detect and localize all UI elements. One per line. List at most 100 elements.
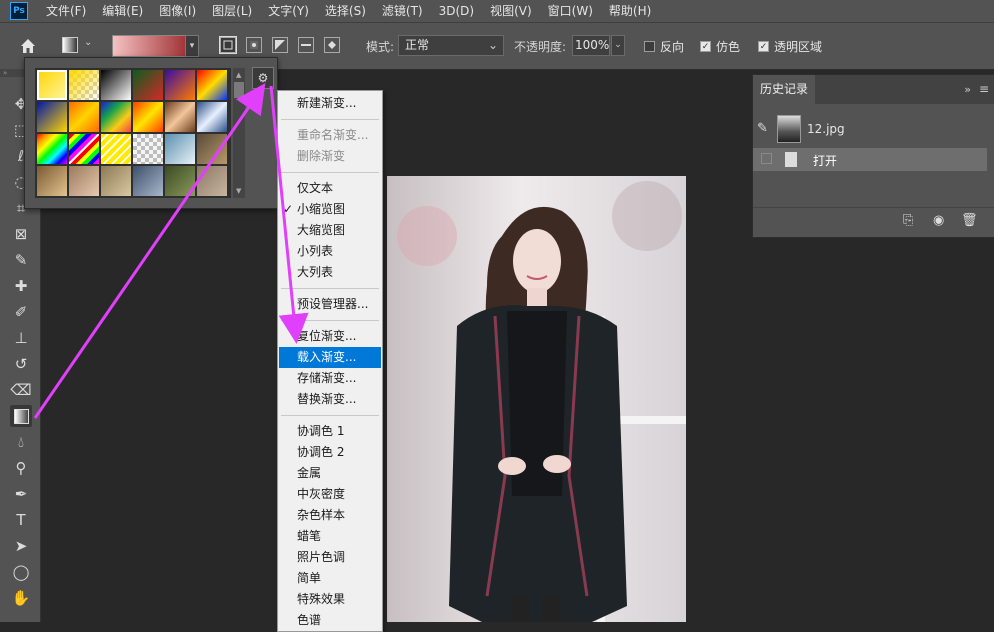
pen-tool-icon[interactable]: ✒ <box>10 483 32 505</box>
gradient-swatch[interactable] <box>133 166 163 196</box>
gradient-swatch[interactable] <box>165 134 195 164</box>
hand-tool-icon[interactable]: ✋ <box>10 587 32 609</box>
linear-gradient-button[interactable] <box>219 36 237 54</box>
gradient-swatch[interactable] <box>69 166 99 196</box>
menu-item[interactable]: 替换渐变... <box>279 389 381 410</box>
gradient-swatch[interactable] <box>165 166 195 196</box>
gradient-swatch[interactable] <box>133 134 163 164</box>
document-image[interactable] <box>387 176 686 622</box>
trash-icon[interactable]: 🗑︎ <box>961 213 978 228</box>
clone-stamp-tool-icon[interactable]: ⊥ <box>10 327 32 349</box>
gradient-swatch[interactable] <box>197 166 227 196</box>
menu-item[interactable]: 协调色 1 <box>279 421 381 442</box>
menu-item[interactable]: 中灰密度 <box>279 484 381 505</box>
gradient-swatch[interactable] <box>101 134 131 164</box>
menu-item[interactable]: 色谱 <box>279 610 381 631</box>
eyedropper-tool-icon[interactable]: ✎ <box>10 249 32 271</box>
menu-select[interactable]: 选择(S) <box>317 0 374 22</box>
tab-history[interactable]: 历史记录 <box>753 75 815 104</box>
history-brush-source-icon[interactable]: ✎ <box>757 121 768 136</box>
menu-item[interactable]: 存储渐变... <box>279 368 381 389</box>
menu-item[interactable]: ✓ 小缩览图 <box>279 199 381 220</box>
gradient-swatch[interactable] <box>37 166 67 196</box>
menu-help[interactable]: 帮助(H) <box>601 0 659 22</box>
angle-gradient-button[interactable] <box>272 37 288 53</box>
menu-item[interactable]: 金属 <box>279 463 381 484</box>
history-brush-tool-icon[interactable]: ↺ <box>10 353 32 375</box>
menu-file[interactable]: 文件(F) <box>38 0 94 22</box>
dodge-tool-icon[interactable]: ⚲ <box>10 457 32 479</box>
menu-item[interactable]: 蜡笔 <box>279 526 381 547</box>
menu-item[interactable]: 大缩览图 <box>279 220 381 241</box>
camera-icon[interactable]: ◉ <box>933 213 944 228</box>
menu-item[interactable]: 载入渐变... <box>279 347 381 368</box>
brush-tool-icon[interactable]: ✐ <box>10 301 32 323</box>
gradient-picker-dropdown[interactable]: ▾ <box>185 35 199 57</box>
gradient-swatch[interactable] <box>197 70 227 100</box>
gradient-tool-preset-icon[interactable] <box>62 37 78 53</box>
menu-3d[interactable]: 3D(D) <box>431 0 482 22</box>
menu-filter[interactable]: 滤镜(T) <box>374 0 431 22</box>
menu-item[interactable]: 特殊效果 <box>279 589 381 610</box>
opacity-dropdown[interactable]: ⌄ <box>611 35 625 56</box>
gradient-swatch[interactable] <box>197 102 227 132</box>
menu-image[interactable]: 图像(I) <box>151 0 204 22</box>
menu-item[interactable]: 照片色调 <box>279 547 381 568</box>
gradient-swatch[interactable] <box>69 134 99 164</box>
opacity-input[interactable]: 100% <box>572 35 610 56</box>
gradient-swatch[interactable] <box>101 166 131 196</box>
gradient-preview[interactable] <box>112 35 186 57</box>
type-tool-icon[interactable]: T <box>10 509 32 531</box>
transparency-checkbox[interactable]: ✓ 透明区域 <box>758 38 822 55</box>
history-state-checkbox[interactable] <box>761 153 772 164</box>
history-snapshot-row[interactable]: ✎ 12.jpg <box>753 113 994 145</box>
reflected-gradient-button[interactable] <box>298 37 314 53</box>
blur-tool-icon[interactable]: 💧︎ <box>10 431 32 453</box>
menu-item[interactable]: 简单 <box>279 568 381 589</box>
radial-gradient-button[interactable] <box>246 37 262 53</box>
reverse-checkbox[interactable]: 反向 <box>644 38 684 55</box>
gradient-swatch[interactable] <box>37 102 67 132</box>
mode-select[interactable]: 正常 ⌄ <box>398 35 504 56</box>
menu-item[interactable]: 预设管理器... <box>279 294 381 315</box>
gradient-tool-icon[interactable] <box>10 405 32 427</box>
gradient-swatch[interactable] <box>133 102 163 132</box>
gradient-swatch[interactable] <box>37 134 67 164</box>
gradient-swatch[interactable] <box>69 102 99 132</box>
menu-item[interactable]: 新建渐变... <box>279 93 381 114</box>
frame-tool-icon[interactable]: ⊠ <box>10 223 32 245</box>
gradient-swatch[interactable] <box>101 70 131 100</box>
gradient-swatch[interactable] <box>37 70 67 100</box>
menu-item[interactable]: 协调色 2 <box>279 442 381 463</box>
diamond-gradient-button[interactable] <box>324 37 340 53</box>
gradient-swatch[interactable] <box>165 70 195 100</box>
dither-checkbox[interactable]: ✓ 仿色 <box>700 38 740 55</box>
gradient-swatch[interactable] <box>69 70 99 100</box>
gradient-swatch[interactable] <box>197 134 227 164</box>
menu-item[interactable]: 杂色样本 <box>279 505 381 526</box>
history-state-row[interactable]: 打开 <box>753 148 987 171</box>
gradient-swatch[interactable] <box>133 70 163 100</box>
menu-item[interactable]: 复位渐变... <box>279 326 381 347</box>
gradient-swatch[interactable] <box>101 102 131 132</box>
dither-checkbox-box[interactable]: ✓ <box>700 41 711 52</box>
menu-view[interactable]: 视图(V) <box>482 0 540 22</box>
chevron-down-icon[interactable]: ⌄ <box>84 37 92 48</box>
collapse-icon[interactable]: » <box>964 75 971 104</box>
menu-type[interactable]: 文字(Y) <box>260 0 317 22</box>
panel-menu-icon[interactable]: ≡ <box>979 75 989 104</box>
menu-window[interactable]: 窗口(W) <box>540 0 601 22</box>
reverse-checkbox-box[interactable] <box>644 41 655 52</box>
path-selection-tool-icon[interactable]: ➤ <box>10 535 32 557</box>
menu-layer[interactable]: 图层(L) <box>204 0 260 22</box>
transparency-checkbox-box[interactable]: ✓ <box>758 41 769 52</box>
healing-brush-tool-icon[interactable]: ✚ <box>10 275 32 297</box>
picker-scrollbar[interactable]: ▲ ▼ <box>233 68 245 198</box>
eraser-tool-icon[interactable]: ⌫ <box>10 379 32 401</box>
menu-item[interactable]: 大列表 <box>279 262 381 283</box>
new-document-from-state-icon[interactable]: ⎘ <box>903 213 913 228</box>
menu-edit[interactable]: 编辑(E) <box>94 0 151 22</box>
gear-menu-button[interactable]: ⚙ <box>252 67 274 89</box>
home-button[interactable] <box>12 33 44 59</box>
menu-item[interactable]: 小列表 <box>279 241 381 262</box>
